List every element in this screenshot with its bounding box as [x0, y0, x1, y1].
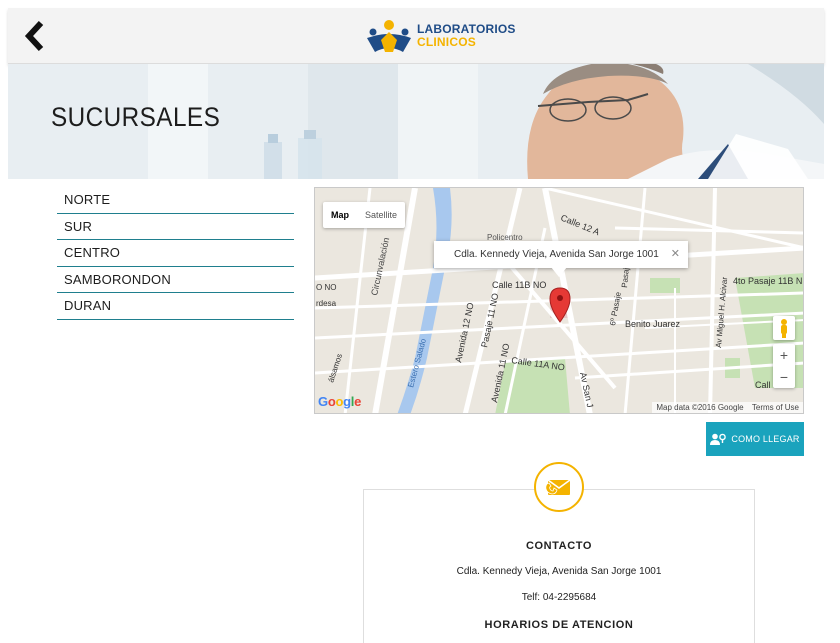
branch-item-norte[interactable]: NORTE [57, 187, 294, 214]
branch-item-sur[interactable]: SUR [57, 214, 294, 240]
contact-title: CONTACTO [525, 540, 593, 552]
map-label-calle-11b: Calle 11B NO [492, 280, 546, 290]
hero-banner: SUCURSALES [8, 64, 824, 179]
map-data-credit: Map data ©2016 Google [656, 403, 744, 412]
brand: LABORATORIOS CLINICOS [365, 18, 516, 54]
map-type-control: Map Satellite [323, 202, 406, 228]
chevron-left-icon [24, 20, 44, 52]
back-button[interactable] [22, 20, 48, 52]
zoom-in-button[interactable]: + [773, 344, 795, 366]
page-title: SUCURSALES [51, 102, 221, 132]
terms-of-use-link[interactable]: Terms of Use [752, 403, 799, 412]
branch-map[interactable]: Policentro Calle 12 A Calle 11B NO Calle… [314, 187, 804, 414]
map-info-window-tail [551, 267, 567, 277]
brand-logo-icon [367, 20, 411, 52]
map-info-address: Cdla. Kennedy Vieja, Avenida San Jorge 1… [454, 249, 659, 260]
app-header: LABORATORIOS CLINICOS [8, 8, 824, 64]
map-info-window: Cdla. Kennedy Vieja, Avenida San Jorge 1… [434, 241, 688, 268]
directions-button-label: COMO LLEGAR [731, 434, 800, 444]
street-view-pegman-icon[interactable] [773, 316, 795, 340]
google-logo: Google [318, 394, 362, 409]
envelope-phone-icon [534, 462, 584, 512]
map-label-ardesa: rdesa [316, 299, 337, 308]
contact-phone[interactable]: Telf: 04-2295684 [363, 592, 755, 603]
map-label-benito: Benito Juarez [625, 319, 681, 329]
map-label-no: O NO [316, 283, 336, 292]
brand-name-line2: CLINICOS [417, 35, 476, 49]
branch-item-samborondon[interactable]: SAMBORONDON [57, 267, 294, 293]
zoom-out-button[interactable]: − [773, 366, 795, 388]
close-icon[interactable]: ✕ [671, 241, 680, 268]
branch-item-duran[interactable]: DURAN [57, 293, 294, 320]
map-label-calle-short: Call [755, 380, 771, 390]
contact-address: Cdla. Kennedy Vieja, Avenida San Jorge 1… [456, 566, 662, 577]
map-type-map[interactable]: Map [323, 202, 357, 228]
branch-list: NORTE SUR CENTRO SAMBORONDON DURAN [57, 187, 294, 320]
branch-item-centro[interactable]: CENTRO [57, 240, 294, 267]
zoom-control: + − [773, 344, 795, 388]
map-type-satellite[interactable]: Satellite [357, 202, 405, 228]
directions-button[interactable]: COMO LLEGAR [706, 422, 804, 456]
map-attribution: Map data ©2016 Google Terms of Use [652, 402, 803, 413]
map-label-pasaje-11b: 4to Pasaje 11B N [733, 276, 802, 286]
person-pin-icon [710, 433, 727, 445]
opening-hours-title: HORARIOS DE ATENCION [484, 619, 634, 631]
